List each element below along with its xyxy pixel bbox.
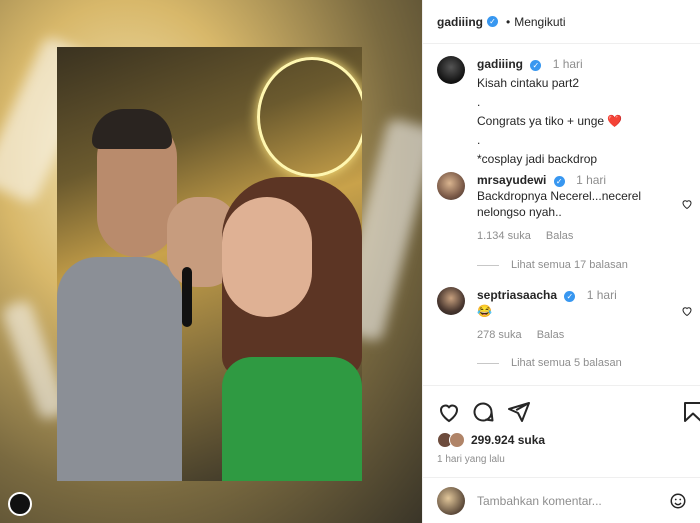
comment-icon[interactable] <box>471 400 495 424</box>
post-media-area <box>0 0 422 523</box>
verified-icon: ✓ <box>564 291 576 302</box>
reply-button[interactable]: Balas <box>546 230 574 242</box>
neon-sign <box>257 57 362 177</box>
comment-likes[interactable]: 1.134 suka <box>477 230 531 242</box>
separator-dot: • <box>506 14 511 29</box>
commenter-avatar[interactable] <box>437 172 465 200</box>
woman-green-dress <box>222 357 362 481</box>
post-header: gadiiing ✓ • Mengikuti <box>423 0 700 44</box>
caption-line: . <box>477 95 481 109</box>
commenter-avatar[interactable] <box>437 287 465 315</box>
verified-icon: ✓ <box>487 16 498 27</box>
comments-list[interactable]: gadiiing ✓ 1 hari Kisah cintaku part2 . … <box>423 44 700 384</box>
comment-like-icon[interactable] <box>681 305 693 317</box>
view-replies-button[interactable]: Lihat semua 17 balasan <box>477 259 628 271</box>
post-date: 1 hari yang lalu <box>437 454 505 465</box>
add-comment-bar <box>423 477 700 523</box>
header-username[interactable]: gadiiing <box>437 15 483 29</box>
verified-icon: ✓ <box>530 60 542 71</box>
comment-like-icon[interactable] <box>681 198 693 210</box>
comment-text: Backdropnya Necerel...necerel nelongso n… <box>477 189 642 219</box>
share-icon[interactable] <box>507 400 531 424</box>
post-side-panel: gadiiing ✓ • Mengikuti gadiiing ✓ 1 hari… <box>422 0 700 523</box>
man-jacket <box>57 257 182 481</box>
verified-icon: ✓ <box>553 176 565 187</box>
man-hair <box>92 109 172 149</box>
likes-summary[interactable]: 299.924 suka <box>437 432 545 448</box>
view-replies-button[interactable]: Lihat semua 5 balasan <box>477 357 622 369</box>
caption-line: . <box>477 133 481 147</box>
comment-item: mrsayudewi ✓ 1 hari Backdropnya Necerel.… <box>437 172 693 252</box>
emoji-icon[interactable] <box>669 492 687 510</box>
caption-username[interactable]: gadiiing <box>477 57 523 71</box>
tagged-account-avatar[interactable] <box>8 492 32 516</box>
comment-time: 1 hari <box>586 288 617 302</box>
comment-username[interactable]: septriasaacha <box>477 288 557 302</box>
comment-input[interactable] <box>477 493 667 508</box>
comment-item: septriasaacha ✓ 1 hari 😂 278 suka Balas <box>437 287 693 347</box>
microphone <box>182 267 192 327</box>
red-heart-emoji: ❤️ <box>607 114 623 128</box>
caption-line: Congrats ya tiko + unge ❤️ <box>477 114 623 128</box>
like-icon[interactable] <box>437 400 461 424</box>
caption-body: gadiiing ✓ 1 hari Kisah cintaku part2 . … <box>477 56 677 167</box>
post-photo[interactable] <box>57 47 362 481</box>
follow-status-button[interactable]: Mengikuti <box>514 15 565 29</box>
caption-time: 1 hari <box>552 57 583 71</box>
caption-line: *cosplay jadi backdrop <box>477 152 598 166</box>
reply-button[interactable]: Balas <box>537 329 565 341</box>
liker-avatar <box>449 432 465 448</box>
caption-line: Kisah cintaku part2 <box>477 76 580 90</box>
comment-likes[interactable]: 278 suka <box>477 329 522 341</box>
woman-face <box>222 197 312 317</box>
likes-count[interactable]: 299.924 suka <box>471 433 545 447</box>
current-user-avatar <box>437 486 465 515</box>
comment-time: 1 hari <box>576 173 607 187</box>
comment-text: 😂 <box>477 304 492 318</box>
comment-username[interactable]: mrsayudewi <box>477 173 546 187</box>
author-avatar[interactable] <box>437 56 465 84</box>
save-icon[interactable] <box>681 400 700 424</box>
